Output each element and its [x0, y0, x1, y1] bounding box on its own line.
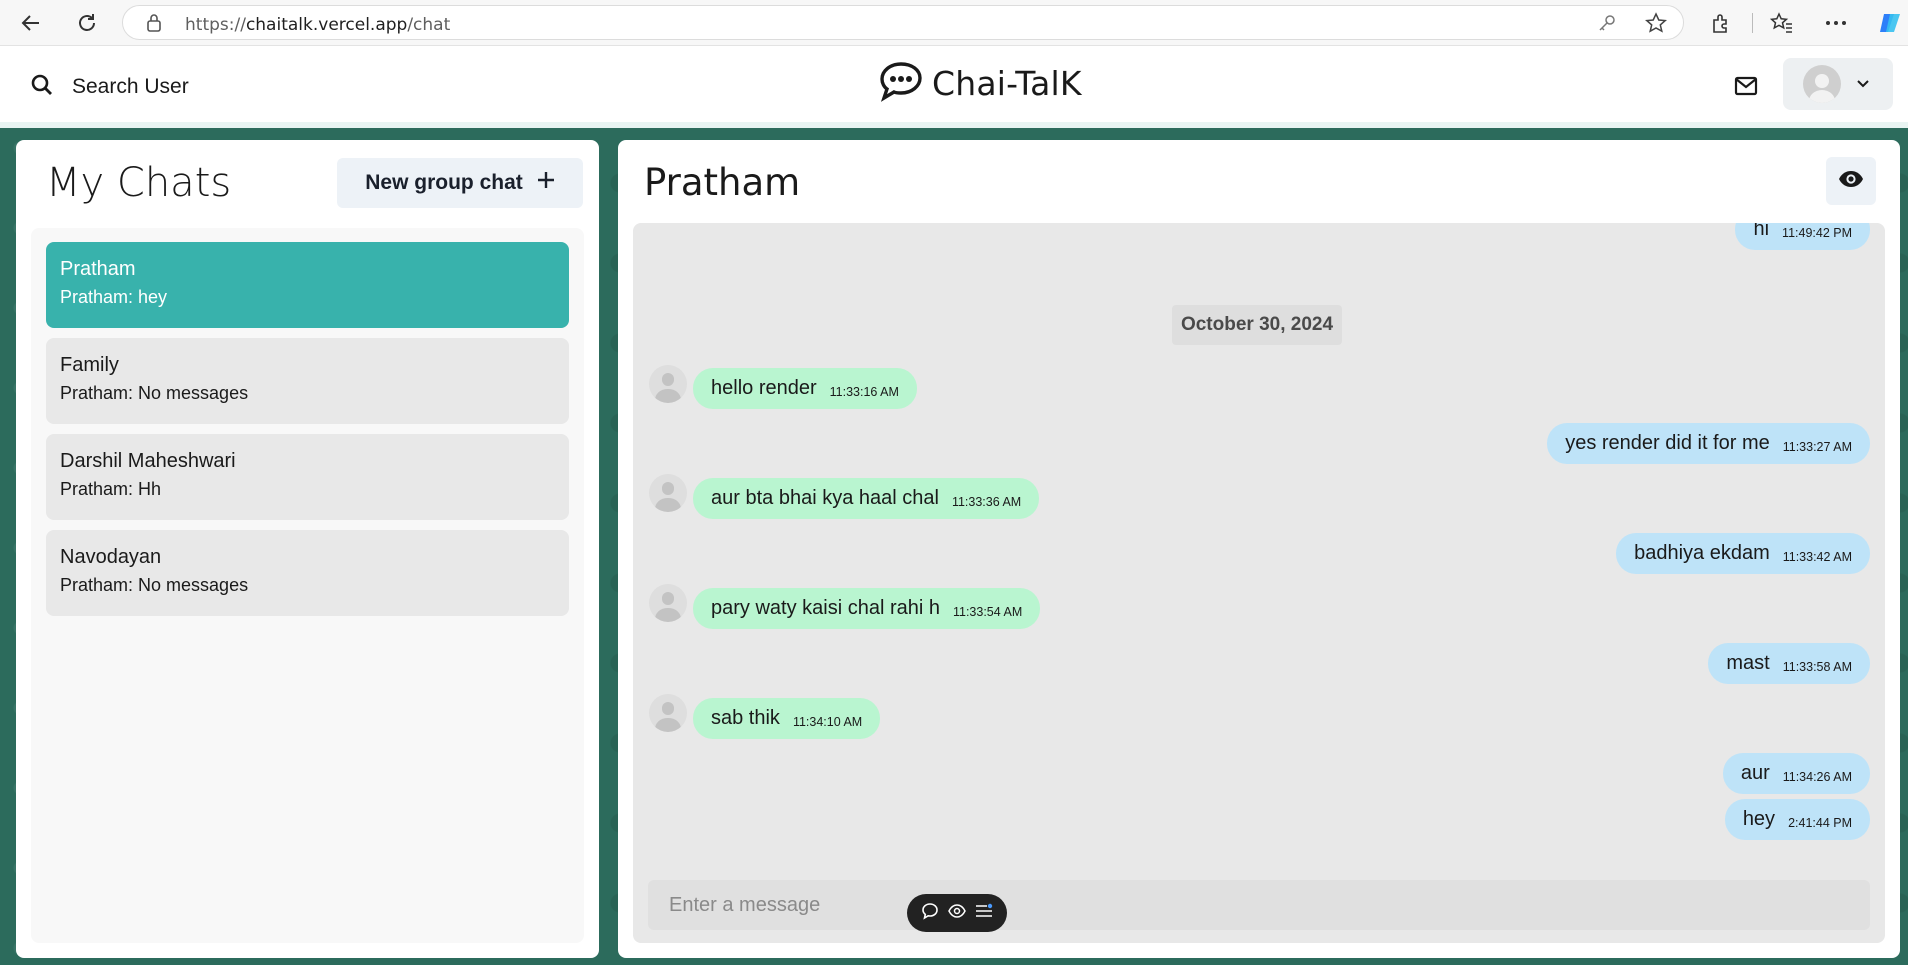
sender-avatar [649, 365, 687, 403]
message-bubble-outgoing: hi 11:49:42 PM [1735, 223, 1870, 250]
notifications-button[interactable] [1726, 68, 1766, 108]
copilot-icon[interactable] [1874, 7, 1908, 39]
url-host: chaitalk.vercel.app [245, 15, 408, 35]
more-options-icon[interactable] [1819, 7, 1853, 39]
floating-toolbar [907, 894, 1007, 932]
chat-preview: Pratham: hey [60, 287, 168, 307]
key-icon[interactable] [1597, 13, 1617, 38]
message-text: hi [1753, 223, 1770, 240]
chat-title: Pratham [644, 161, 801, 204]
url-prefix: https:// [185, 15, 246, 35]
visibility-icon[interactable] [948, 903, 966, 923]
message-bubble-incoming: pary waty kaisi chal rahi h 11:33:54 AM [693, 588, 1041, 629]
message-text: mast [1726, 652, 1770, 674]
refresh-icon[interactable] [70, 7, 104, 39]
message-text: aur [1740, 762, 1770, 784]
chat-preview: Pratham: No messages [60, 575, 249, 595]
chat-panel: Pratham hi 11:49:42 PM October 30, 2024 … [618, 140, 1900, 958]
message-bubble-incoming: sab thik 11:34:10 AM [693, 698, 881, 739]
sender-avatar [649, 694, 687, 732]
message-text: badhiya ekdam [1634, 542, 1770, 564]
chat-name: Family [60, 354, 119, 376]
menu-icon[interactable] [975, 903, 993, 924]
message-bubble-outgoing: yes render did it for me 11:33:27 AM [1547, 423, 1870, 464]
avatar [1803, 65, 1841, 103]
message-time: 11:33:42 AM [1782, 549, 1852, 564]
sender-avatar [649, 584, 687, 622]
message-text: pary waty kaisi chal rahi h [711, 597, 940, 619]
envelope-icon [1734, 76, 1758, 101]
message-bubble-outgoing: hey 2:41:44 PM [1724, 799, 1870, 840]
message-area[interactable]: hi 11:49:42 PM October 30, 2024 hello re… [633, 223, 1885, 943]
url-text: https://chaitalk.vercel.app/chat [185, 15, 450, 35]
message-bubble-outgoing: mast 11:33:58 AM [1708, 643, 1870, 684]
chat-item-pratham[interactable]: Pratham Pratham: hey [46, 242, 569, 328]
favorite-star-icon[interactable] [1644, 12, 1668, 39]
view-profile-button[interactable] [1826, 157, 1876, 205]
date-separator: October 30, 2024 [1172, 305, 1342, 345]
message-bubble-incoming: hello render 11:33:16 AM [693, 368, 917, 409]
message-time: 2:41:44 PM [1788, 815, 1852, 830]
message-text: yes render did it for me [1565, 432, 1770, 454]
my-chats-title: My Chats [46, 160, 232, 206]
message-text: hello render [711, 377, 817, 399]
search-icon [30, 73, 54, 102]
brand-name: Chai-TalK [932, 64, 1082, 103]
chat-item-darshil-maheshwari[interactable]: Darshil Maheshwari Pratham: Hh [46, 434, 569, 520]
message-time: 11:33:16 AM [829, 384, 899, 399]
favorites-icon[interactable] [1765, 7, 1799, 39]
my-chats-panel: My Chats New group chat Pratham Pratham:… [16, 140, 599, 958]
chat-list: Pratham Pratham: hey Family Pratham: No … [31, 228, 584, 943]
new-group-chat-label: New group chat [365, 171, 523, 194]
message-time: 11:33:36 AM [951, 494, 1022, 509]
plus-icon [537, 171, 555, 195]
extensions-icon[interactable] [1704, 7, 1738, 39]
message-time: 11:33:54 AM [952, 604, 1023, 619]
chat-name: Darshil Maheshwari [60, 450, 236, 472]
message-time: 11:34:26 AM [1782, 769, 1852, 784]
url-path: /chat [407, 15, 451, 35]
toolbar-divider [1752, 13, 1753, 33]
search-user-button[interactable]: Search User [20, 62, 190, 112]
message-text: aur bta bhai kya haal chal [711, 487, 939, 509]
comment-icon[interactable] [921, 902, 939, 925]
chat-preview: Pratham: Hh [60, 479, 162, 499]
message-input[interactable] [648, 880, 1870, 930]
new-group-chat-button[interactable]: New group chat [337, 158, 583, 208]
message-bubble-outgoing: aur 11:34:26 AM [1722, 753, 1870, 794]
chat-preview: Pratham: No messages [60, 383, 249, 403]
message-time: 11:33:58 AM [1782, 659, 1852, 674]
message-time: 11:34:10 AM [792, 714, 863, 729]
browser-toolbar: https://chaitalk.vercel.app/chat [0, 0, 1908, 46]
message-bubble-outgoing: badhiya ekdam 11:33:42 AM [1616, 533, 1870, 574]
chat-item-navodayan[interactable]: Navodayan Pratham: No messages [46, 530, 569, 616]
lock-icon[interactable] [145, 13, 163, 38]
search-user-label: Search User [72, 75, 189, 98]
message-bubble-incoming: aur bta bhai kya haal chal 11:33:36 AM [693, 478, 1040, 519]
address-bar[interactable]: https://chaitalk.vercel.app/chat [122, 5, 1684, 40]
chat-logo-icon [878, 60, 924, 107]
brand: Chai-TalK [878, 60, 1082, 107]
chat-item-family[interactable]: Family Pratham: No messages [46, 338, 569, 424]
message-text: sab thik [711, 707, 780, 729]
chevron-down-icon [1857, 75, 1869, 93]
eye-icon [1838, 170, 1864, 193]
message-text: hey [1742, 808, 1776, 830]
sender-avatar [649, 474, 687, 512]
app-header: Search User Chai-TalK [0, 46, 1908, 128]
back-icon[interactable] [14, 7, 48, 39]
message-time: 11:33:27 AM [1782, 439, 1852, 454]
chat-name: Navodayan [60, 546, 162, 568]
chat-name: Pratham [60, 258, 136, 280]
message-time: 11:49:42 PM [1782, 225, 1852, 240]
profile-menu-button[interactable] [1783, 58, 1893, 110]
